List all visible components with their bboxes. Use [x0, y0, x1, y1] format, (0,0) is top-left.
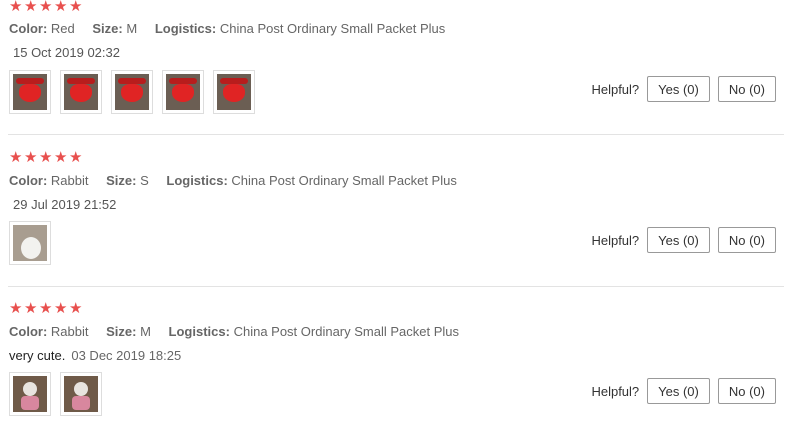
review-images	[9, 372, 102, 416]
red-item-photo	[115, 74, 149, 110]
review-divider	[8, 286, 784, 287]
star-icon: ★	[9, 0, 23, 15]
helpful-label: Helpful?	[591, 383, 640, 399]
star-icon: ★	[39, 0, 53, 15]
size-label: Size:	[106, 173, 137, 188]
size-value: M	[140, 324, 151, 339]
red-item-photo	[217, 74, 251, 110]
star-icon: ★	[39, 300, 53, 317]
review-image-thumbnail[interactable]	[60, 70, 102, 114]
review-date: 03 Dec 2019 18:25	[71, 348, 182, 363]
review-divider	[8, 134, 784, 135]
review-date: 15 Oct 2019 02:32	[13, 45, 120, 60]
logistics-label: Logistics:	[166, 173, 228, 188]
color-value: Rabbit	[50, 173, 89, 188]
review-image-thumbnail[interactable]	[60, 372, 102, 416]
helpful-yes-button[interactable]: Yes (0)	[647, 227, 710, 253]
helpful-vote: Helpful? Yes (0) No (0)	[591, 76, 776, 102]
logistics-value: China Post Ordinary Small Packet Plus	[233, 324, 460, 339]
color-label: Color:	[9, 21, 48, 36]
helpful-vote: Helpful? Yes (0) No (0)	[591, 227, 776, 253]
review-comment: very cute.	[9, 348, 66, 363]
review-image-thumbnail[interactable]	[9, 70, 51, 114]
red-item-photo	[64, 74, 98, 110]
star-icon: ★	[24, 149, 38, 166]
rating-stars: ★ ★ ★ ★ ★	[9, 149, 83, 166]
review-date: 29 Jul 2019 21:52	[13, 197, 117, 212]
size-label: Size:	[92, 21, 123, 36]
color-value: Red	[50, 21, 75, 36]
rating-stars: ★ ★ ★ ★ ★	[9, 0, 83, 14]
star-icon: ★	[9, 300, 23, 317]
rabbit-item-photo	[13, 225, 47, 261]
size-value: M	[126, 21, 138, 36]
review-image-thumbnail[interactable]	[9, 372, 51, 416]
logistics-label: Logistics:	[154, 21, 217, 36]
star-icon: ★	[54, 300, 68, 317]
review-attributes: Color: Red Size: M Logistics: China Post…	[9, 21, 459, 36]
review-attributes: Color: Rabbit Size: S Logistics: China P…	[9, 173, 471, 188]
star-icon: ★	[54, 149, 68, 166]
helpful-vote: Helpful? Yes (0) No (0)	[591, 378, 776, 404]
logistics-value: China Post Ordinary Small Packet Plus	[231, 173, 457, 188]
color-value: Rabbit	[50, 324, 89, 339]
rating-stars: ★ ★ ★ ★ ★	[9, 300, 83, 317]
size-value: S	[140, 173, 149, 188]
star-icon: ★	[69, 0, 83, 15]
review-image-thumbnail[interactable]	[111, 70, 153, 114]
doll-item-photo	[64, 376, 98, 412]
review-attributes: Color: Rabbit Size: M Logistics: China P…	[9, 324, 473, 339]
size-label: Size:	[106, 324, 137, 339]
review-image-thumbnail[interactable]	[213, 70, 255, 114]
star-icon: ★	[69, 149, 83, 166]
logistics-label: Logistics:	[168, 324, 230, 339]
red-item-photo	[13, 74, 47, 110]
review-image-thumbnail[interactable]	[162, 70, 204, 114]
doll-item-photo	[13, 376, 47, 412]
star-icon: ★	[39, 149, 53, 166]
helpful-no-button[interactable]: No (0)	[717, 76, 776, 102]
helpful-no-button[interactable]: No (0)	[717, 227, 776, 253]
star-icon: ★	[9, 149, 23, 166]
color-label: Color:	[9, 173, 48, 188]
star-icon: ★	[54, 0, 68, 15]
logistics-value: China Post Ordinary Small Packet Plus	[219, 21, 446, 36]
star-icon: ★	[24, 0, 38, 15]
helpful-yes-button[interactable]: Yes (0)	[647, 76, 710, 102]
helpful-label: Helpful?	[591, 232, 640, 248]
helpful-yes-button[interactable]: Yes (0)	[647, 378, 710, 404]
review-images	[9, 221, 51, 265]
review-comment-row: very cute. 03 Dec 2019 18:25	[9, 348, 181, 363]
helpful-label: Helpful?	[591, 81, 640, 97]
helpful-no-button[interactable]: No (0)	[717, 378, 776, 404]
review-image-thumbnail[interactable]	[9, 221, 51, 265]
review-images	[9, 70, 255, 114]
star-icon: ★	[69, 300, 83, 317]
color-label: Color:	[9, 324, 48, 339]
star-icon: ★	[24, 300, 38, 317]
red-item-photo	[166, 74, 200, 110]
